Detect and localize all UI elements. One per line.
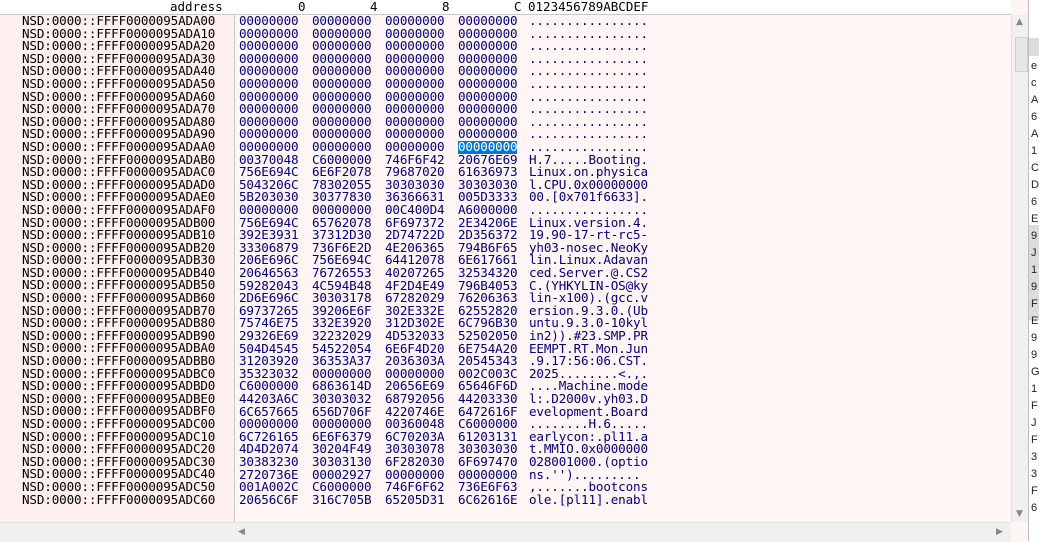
adjacent-window-edge: ecA6A1CD6E9J19FE99G1FJF33F6: [1028, 0, 1039, 541]
adjacent-window-glyph: F: [1031, 400, 1038, 412]
adjacent-window-glyph: F: [1031, 298, 1038, 310]
memory-row[interactable]: 20656C6F 316C705B 65205D31 6C62616E ole.[pl1…: [235, 493, 1011, 507]
header-col-0: 0: [298, 0, 306, 14]
header-address: address: [170, 0, 223, 14]
adjacent-window-glyph: c: [1031, 77, 1037, 89]
hex-word[interactable]: 20656C6F: [239, 493, 299, 507]
adjacent-window-glyph: e: [1031, 60, 1038, 72]
adjacent-window-glyph: 9: [1031, 349, 1038, 361]
adjacent-window-glyph: 6: [1031, 196, 1038, 208]
scroll-up-icon[interactable]: ▲: [1016, 17, 1023, 27]
adjacent-window-glyph: D: [1031, 179, 1039, 191]
adjacent-window-glyph: 1: [1031, 145, 1038, 157]
adjacent-window-glyph: C: [1031, 162, 1039, 174]
adjacent-window-glyph: 9: [1031, 230, 1038, 242]
header-col-4: 4: [370, 0, 378, 14]
scroll-right-icon[interactable]: ▶: [996, 527, 1003, 537]
adjacent-window-glyph: J: [1031, 247, 1037, 259]
adjacent-window-glyph: 3: [1031, 468, 1038, 480]
horizontal-scrollbar[interactable]: ◀ ▶: [0, 522, 1011, 542]
column-header: address 0 4 8 C 0123456789ABCDEF: [0, 0, 1011, 15]
scroll-left-icon[interactable]: ◀: [238, 527, 245, 537]
vertical-scrollbar[interactable]: ▲ ▼: [1011, 15, 1029, 522]
adjacent-window-glyph: 9: [1031, 332, 1038, 344]
scrollbar-thumb[interactable]: [1015, 37, 1028, 72]
address-pane[interactable]: NSD:0000::FFFF0000095ADA00 NSD:0000::FFFF…: [0, 15, 235, 522]
adjacent-window-glyph: 3: [1031, 451, 1038, 463]
memory-data-pane[interactable]: 00000000 00000000 00000000 00000000........…: [235, 15, 1011, 522]
adjacent-window-glyph: A: [1031, 128, 1039, 140]
header-col-c: C: [514, 0, 522, 14]
adjacent-scroll-segment: [1029, 38, 1039, 56]
adjacent-window-glyph: F: [1031, 434, 1038, 446]
header-ascii-columns: 0123456789ABCDEF: [528, 0, 649, 14]
adjacent-window-glyph: G: [1031, 366, 1039, 378]
hex-word[interactable]: 316C705B: [312, 493, 372, 507]
adjacent-window-glyph: 1: [1031, 383, 1038, 395]
ascii-text[interactable]: ole.[pl11].enabl: [529, 493, 648, 507]
hex-word[interactable]: 6C62616E: [458, 493, 518, 507]
address-cell[interactable]: NSD:0000::FFFF0000095ADC60: [0, 493, 234, 507]
adjacent-window-glyph: 6: [1031, 111, 1038, 123]
adjacent-window-glyph: 1: [1031, 264, 1038, 276]
header-col-8: 8: [442, 0, 450, 14]
adjacent-window-glyph: E: [1031, 315, 1039, 327]
adjacent-window-glyph: 6: [1031, 502, 1038, 514]
adjacent-window-glyph: A: [1031, 94, 1039, 106]
adjacent-window-glyph: J: [1031, 417, 1037, 429]
scroll-down-icon[interactable]: ▼: [1016, 509, 1023, 519]
adjacent-window-glyph: F: [1031, 485, 1038, 497]
adjacent-window-glyph: 9: [1031, 281, 1038, 293]
hex-word[interactable]: 65205D31: [385, 493, 445, 507]
adjacent-window-glyph: E: [1031, 213, 1039, 225]
